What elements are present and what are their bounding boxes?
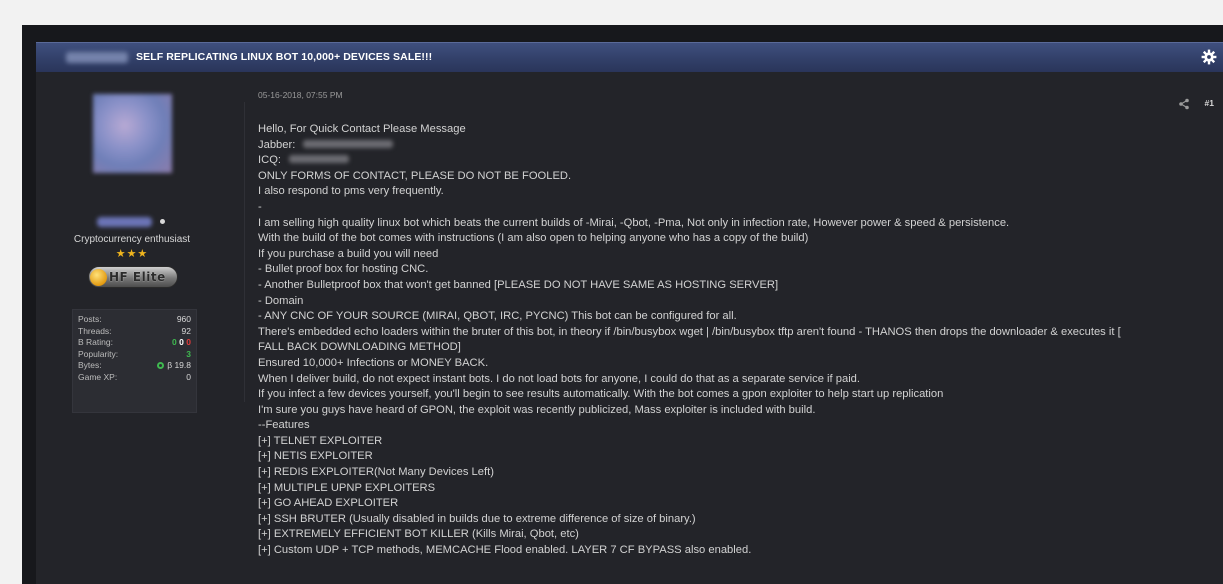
redacted-icq <box>289 155 349 164</box>
post-content: Hello, For Quick Contact Please Message … <box>258 122 1218 559</box>
thread-header: SELF REPLICATING LINUX BOT 10,000+ DEVIC… <box>36 42 1223 72</box>
post-line: [+] REDIS EXPLOITER(Not Many Devices Lef… <box>258 466 494 479</box>
post-line: - ANY CNC OF YOUR SOURCE (MIRAI, QBOT, I… <box>258 310 737 323</box>
forum-window: SELF REPLICATING LINUX BOT 10,000+ DEVIC… <box>22 25 1223 584</box>
post-line-jabber: Jabber: <box>258 138 1218 154</box>
post-line: --Features <box>258 419 310 432</box>
stat-popularity: Popularity: 3 <box>78 348 191 359</box>
stat-bytes: Bytes: β 19.8 <box>78 360 191 371</box>
post-line: I also respond to pms very frequently. <box>258 185 444 198</box>
post-line: FALL BACK DOWNLOADING METHOD] <box>258 341 461 354</box>
post-line: [+] GO AHEAD EXPLOITER <box>258 497 399 510</box>
gear-icon[interactable] <box>1201 49 1217 65</box>
username-redacted[interactable] <box>97 217 152 227</box>
post-line: I'm sure you guys have heard of GPON, th… <box>258 403 816 416</box>
user-info-panel: Cryptocurrency enthusiast ★★★ HF Elite P… <box>36 72 228 584</box>
avatar[interactable] <box>93 94 172 173</box>
post-line: [+] EXTREMELY EFFICIENT BOT KILLER (Kill… <box>258 528 579 541</box>
post-line-icq: ICQ: <box>258 153 1218 169</box>
post-line: - Bullet proof box for hosting CNC. <box>258 263 429 276</box>
post-line: [+] NETIS EXPLOITER <box>258 450 373 463</box>
user-stats: Posts: 960 Threads: 92 B Rating: 0 0 0 P… <box>72 309 197 413</box>
post-line: Hello, For Quick Contact Please Message <box>258 123 466 135</box>
user-title: Cryptocurrency enthusiast <box>73 234 191 245</box>
post-line: [+] MULTIPLE UPNP EXPLOITERS <box>258 481 436 494</box>
stat-game-xp: Game XP: 0 <box>78 371 191 382</box>
post-line: [+] SSH BRUTER (Usually disabled in buil… <box>258 512 696 525</box>
divider <box>244 102 245 402</box>
post-line: There's embedded echo loaders within the… <box>258 325 1121 338</box>
online-status-icon <box>160 219 165 224</box>
post-line: [+] Custom UDP + TCP methods, MEMCACHE F… <box>258 544 752 557</box>
post-line: If you infect a few devices yourself, yo… <box>258 388 944 401</box>
post-line: - Domain <box>258 294 304 307</box>
post-number-link[interactable]: #1 <box>1205 98 1214 108</box>
rank-stars: ★★★ <box>115 248 149 260</box>
elite-badge: HF Elite <box>88 266 178 288</box>
post-line: With the build of the bot comes with ins… <box>258 232 809 245</box>
post-line: ONLY FORMS OF CONTACT, PLEASE DO NOT BE … <box>258 169 572 182</box>
redacted-jabber <box>303 139 394 148</box>
post-line: If you purchase a build you will need <box>258 247 439 260</box>
post-line: When I deliver build, do not expect inst… <box>258 372 861 385</box>
coin-icon <box>90 269 107 286</box>
stat-threads: Threads: 92 <box>78 325 191 336</box>
share-icon[interactable] <box>1178 98 1190 110</box>
post-line: [+] TELNET EXPLOITER <box>258 434 383 447</box>
post-date: 05-16-2018, 07:55 PM <box>258 90 343 100</box>
stat-posts: Posts: 960 <box>78 314 191 324</box>
post-line: Ensured 10,000+ Infections or MONEY BACK… <box>258 356 489 369</box>
post-line: - <box>258 200 262 213</box>
b-rating-values[interactable]: 0 0 0 <box>172 337 191 347</box>
post-line: I am selling high quality linux bot whic… <box>258 216 1010 229</box>
redacted-prefix <box>66 52 128 63</box>
stat-b-rating: B Rating: 0 0 0 <box>78 337 191 348</box>
badge-label: HF Elite <box>109 270 166 284</box>
post-body: 05-16-2018, 07:55 PM #1 Hello, For Quick… <box>258 72 1218 584</box>
post: Cryptocurrency enthusiast ★★★ HF Elite P… <box>36 72 1223 584</box>
bytes-icon <box>157 362 165 370</box>
post-line: - Another Bulletproof box that won't get… <box>258 278 779 291</box>
thread-title: SELF REPLICATING LINUX BOT 10,000+ DEVIC… <box>136 51 433 63</box>
